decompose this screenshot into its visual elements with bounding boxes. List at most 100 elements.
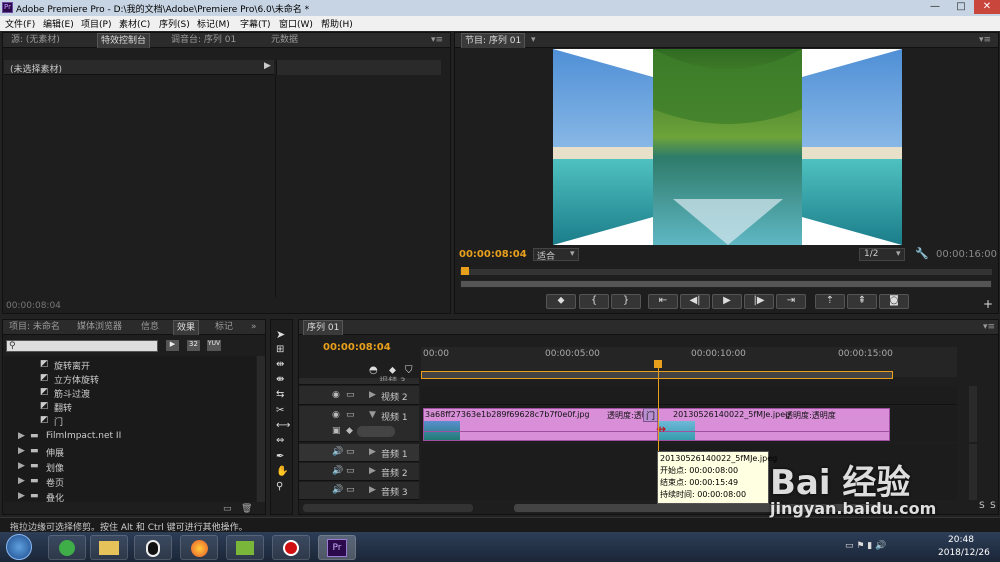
lock-icon[interactable]: ▭ xyxy=(346,447,355,457)
minimize-button[interactable]: — xyxy=(922,0,948,14)
settings-wrench-icon[interactable]: 🔧 xyxy=(915,247,929,260)
extract-icon[interactable]: ⇞ xyxy=(847,294,877,309)
taskbar-app-icon[interactable] xyxy=(48,535,86,560)
marker-icon[interactable]: ⛉ xyxy=(405,365,413,376)
lock-icon[interactable]: ▭ xyxy=(346,466,355,476)
track-header-a2[interactable]: 🔊 ▭ ▶ 音频 2 xyxy=(299,463,419,481)
more-tabs-icon[interactable]: » xyxy=(251,320,257,335)
eye-icon[interactable]: ◉ xyxy=(332,410,340,420)
list-item[interactable]: ◩ 立方体旋转 xyxy=(4,373,262,387)
expand-arrow-icon[interactable]: ▶ xyxy=(369,447,376,457)
menu-edit[interactable]: 编辑(E) xyxy=(43,17,74,30)
menu-sequence[interactable]: 序列(S) xyxy=(159,17,190,30)
list-item[interactable]: ◩ 翻转 xyxy=(4,401,262,415)
lock-icon[interactable]: ▭ xyxy=(346,410,355,420)
work-area-bar[interactable] xyxy=(421,371,893,379)
menu-project[interactable]: 项目(P) xyxy=(81,17,111,30)
folder-item[interactable]: ▶ ▬ 伸展 xyxy=(4,446,262,460)
resolution-select[interactable]: 1/2 ▾ xyxy=(859,248,905,261)
accelerated-effects-icon[interactable]: ▶ xyxy=(166,340,179,351)
opacity-dropdown[interactable]: 透明度:透明度 xyxy=(785,410,836,421)
menu-file[interactable]: 文件(F) xyxy=(5,17,35,30)
effects-search-input[interactable]: ⚲ xyxy=(6,340,158,352)
go-to-out-icon[interactable]: ⇥ xyxy=(776,294,806,309)
file-explorer-icon[interactable] xyxy=(90,535,128,560)
tab-info[interactable]: 信息 xyxy=(141,320,159,335)
dropdown-arrow-icon[interactable]: ▾ xyxy=(531,33,536,48)
yuv-effects-icon[interactable]: YUV xyxy=(207,340,221,351)
export-frame-icon[interactable]: ◙ xyxy=(879,294,909,309)
tab-markers[interactable]: 标记 xyxy=(215,320,233,335)
tab-media-browser[interactable]: 媒体浏览器 xyxy=(77,320,122,335)
qq-icon[interactable] xyxy=(134,535,172,560)
speaker-icon[interactable]: 🔊 xyxy=(332,485,343,495)
track-header-a3[interactable]: 🔊 ▭ ▶ 音频 3 xyxy=(299,482,419,500)
track-header-v1[interactable]: ◉ ▭ ▼ 视频 1 ▣ ◆ xyxy=(299,406,419,442)
solo-s-button[interactable]: S xyxy=(990,501,996,511)
slip-tool-icon[interactable]: ⟷ xyxy=(276,420,290,431)
go-to-in-icon[interactable]: ⇤ xyxy=(648,294,678,309)
folder-item[interactable]: ▶ ▬ 叠化 xyxy=(4,491,262,505)
folder-item[interactable]: ▶ ▬ 划像 xyxy=(4,461,262,475)
track-area-v2[interactable] xyxy=(421,386,957,405)
hand-tool-icon[interactable]: ✋ xyxy=(276,466,288,477)
add-button-icon[interactable]: + xyxy=(983,297,993,311)
snap-icon[interactable]: ◓ xyxy=(369,365,378,376)
tab-audio-mixer[interactable]: 调音台: 序列 01 xyxy=(171,33,236,48)
razor-tool-icon[interactable]: ✂ xyxy=(276,405,284,416)
tab-metadata[interactable]: 元数据 xyxy=(271,33,298,48)
clock-date[interactable]: 2018/12/26 xyxy=(938,548,990,558)
tab-effect-controls[interactable]: 特效控制台 xyxy=(97,33,151,48)
lock-icon[interactable]: ▭ xyxy=(346,390,355,400)
fit-select[interactable]: 适合 ▾ xyxy=(533,248,579,262)
display-style-icon[interactable]: ▣ xyxy=(332,426,341,436)
collapse-arrow-icon[interactable]: ▼ xyxy=(369,410,376,420)
program-current-time[interactable]: 00:00:08:04 xyxy=(459,249,527,260)
mark-out-icon[interactable]: } xyxy=(611,294,641,309)
tab-project[interactable]: 项目: 未命名 xyxy=(9,320,60,335)
track-header-v3[interactable]: 视频 3 xyxy=(299,377,419,385)
delete-icon[interactable]: 🗑 xyxy=(241,504,252,514)
menu-title[interactable]: 字幕(T) xyxy=(240,17,271,30)
selection-tool-icon[interactable]: ➤ xyxy=(276,328,285,341)
track-header-v2[interactable]: ◉ ▭ ▶ 视频 2 xyxy=(299,386,419,405)
expand-arrow-icon[interactable]: ▶ xyxy=(369,485,376,495)
tray-icons[interactable]: ▭ ⚑ ▮ 🔊 xyxy=(845,541,886,551)
premiere-taskbar-icon[interactable]: Pr xyxy=(318,535,356,560)
program-zoom-bar[interactable] xyxy=(460,269,992,275)
video-clip-2[interactable]: 20130526140022_5fMJe.jpeg 透明度:透明度 xyxy=(658,408,890,441)
slide-tool-icon[interactable]: ⇔ xyxy=(276,435,284,446)
add-marker-icon[interactable]: ⬥ xyxy=(546,294,576,309)
32bit-effects-icon[interactable]: 32 xyxy=(187,340,200,351)
track-header-a1[interactable]: 🔊 ▭ ▶ 音频 1 xyxy=(299,444,419,462)
record-icon[interactable] xyxy=(272,535,310,560)
clock-time[interactable]: 20:48 xyxy=(948,535,974,545)
list-item[interactable]: ◩ 旋转离开 xyxy=(4,359,262,373)
step-forward-icon[interactable]: |▶ xyxy=(744,294,774,309)
rate-stretch-tool-icon[interactable]: ⇆ xyxy=(276,389,284,400)
step-back-icon[interactable]: ◀| xyxy=(680,294,710,309)
expand-arrow-icon[interactable]: ▶ xyxy=(369,466,376,476)
timeline-timecode[interactable]: 00:00:08:04 xyxy=(323,342,391,353)
folder-item[interactable]: ▶ ▬ 卷页 xyxy=(4,476,262,490)
keyframe-nav-control[interactable] xyxy=(357,426,395,437)
timeline-zoom-slider[interactable] xyxy=(303,504,473,512)
folder-item[interactable]: ▶ ▬ FilmImpact.net II xyxy=(4,431,262,445)
tab-program[interactable]: 节目: 序列 01 xyxy=(461,33,526,48)
play-icon[interactable]: ▶ xyxy=(712,294,742,309)
effects-scrollbar[interactable] xyxy=(257,356,265,502)
track-select-tool-icon[interactable]: ⊞ xyxy=(276,344,284,355)
media-player-icon[interactable] xyxy=(226,535,264,560)
maximize-button[interactable]: □ xyxy=(948,0,974,14)
rolling-edit-tool-icon[interactable]: ⇼ xyxy=(276,374,284,385)
tab-source[interactable]: 源: (无素材) xyxy=(11,33,60,48)
panel-menu-icon[interactable]: ▾≡ xyxy=(431,33,443,48)
panel-menu-icon[interactable]: ▾≡ xyxy=(983,320,995,335)
tab-effects[interactable]: 效果 xyxy=(173,320,200,335)
expand-arrow-icon[interactable]: ▶ xyxy=(264,61,271,71)
pen-tool-icon[interactable]: ✒ xyxy=(276,451,284,462)
list-item[interactable]: ◩ 门 xyxy=(4,415,262,429)
panel-menu-icon[interactable]: ▾≡ xyxy=(979,33,991,48)
mark-in-icon[interactable]: { xyxy=(579,294,609,309)
list-item[interactable]: ◩ 筋斗过渡 xyxy=(4,387,262,401)
